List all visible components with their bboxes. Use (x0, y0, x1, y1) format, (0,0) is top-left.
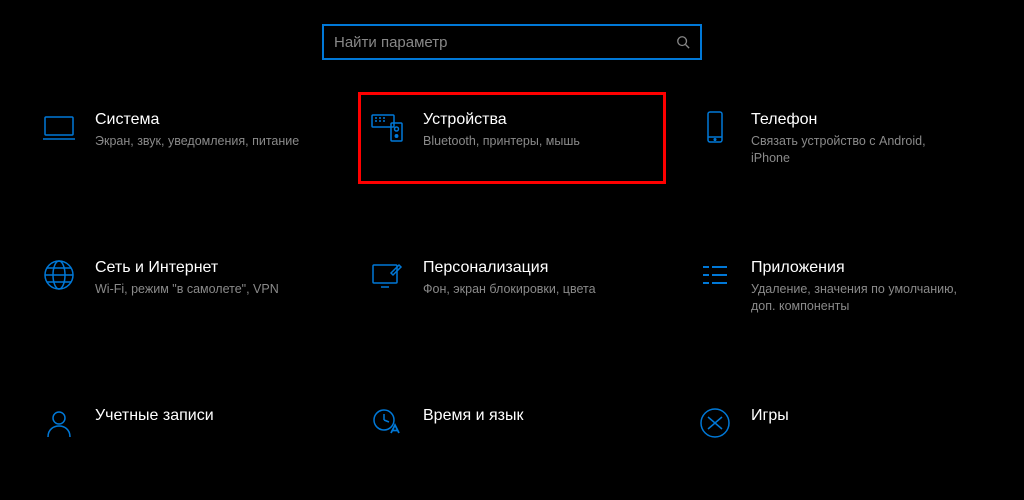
time-language-icon (369, 405, 405, 441)
tile-phone[interactable]: Телефон Связать устройство с Android, iP… (686, 92, 994, 184)
system-icon (41, 109, 77, 145)
devices-icon (369, 109, 405, 145)
tile-desc: Bluetooth, принтеры, мышь (423, 133, 580, 150)
tile-desc: Экран, звук, уведомления, питание (95, 133, 299, 150)
tile-desc: Фон, экран блокировки, цвета (423, 281, 596, 298)
search-input[interactable] (334, 34, 676, 51)
tile-title: Приложения (751, 259, 961, 277)
settings-grid: Система Экран, звук, уведомления, питани… (0, 92, 1024, 458)
search-box[interactable] (322, 24, 702, 60)
tile-personalization[interactable]: Персонализация Фон, экран блокировки, цв… (358, 240, 666, 332)
tile-accounts[interactable]: Учетные записи (30, 388, 338, 458)
tile-time-language[interactable]: Время и язык (358, 388, 666, 458)
tile-title: Система (95, 111, 299, 129)
tile-title: Игры (751, 407, 789, 425)
tile-desc: Wi-Fi, режим "в самолете", VPN (95, 281, 279, 298)
tile-desc: Удаление, значения по умолчанию, доп. ко… (751, 281, 961, 315)
tile-title: Телефон (751, 111, 961, 129)
tile-title: Сеть и Интернет (95, 259, 279, 277)
tile-system[interactable]: Система Экран, звук, уведомления, питани… (30, 92, 338, 184)
tile-devices[interactable]: Устройства Bluetooth, принтеры, мышь (358, 92, 666, 184)
network-icon (41, 257, 77, 293)
tile-title: Время и язык (423, 407, 523, 425)
phone-icon (697, 109, 733, 145)
tile-apps[interactable]: Приложения Удаление, значения по умолчан… (686, 240, 994, 332)
tile-title: Учетные записи (95, 407, 214, 425)
tile-title: Устройства (423, 111, 580, 129)
tile-network[interactable]: Сеть и Интернет Wi-Fi, режим "в самолете… (30, 240, 338, 332)
apps-icon (697, 257, 733, 293)
tile-title: Персонализация (423, 259, 596, 277)
tile-desc: Связать устройство с Android, iPhone (751, 133, 961, 167)
gaming-icon (697, 405, 733, 441)
search-icon (676, 35, 690, 49)
personalization-icon (369, 257, 405, 293)
tile-gaming[interactable]: Игры (686, 388, 994, 458)
accounts-icon (41, 405, 77, 441)
